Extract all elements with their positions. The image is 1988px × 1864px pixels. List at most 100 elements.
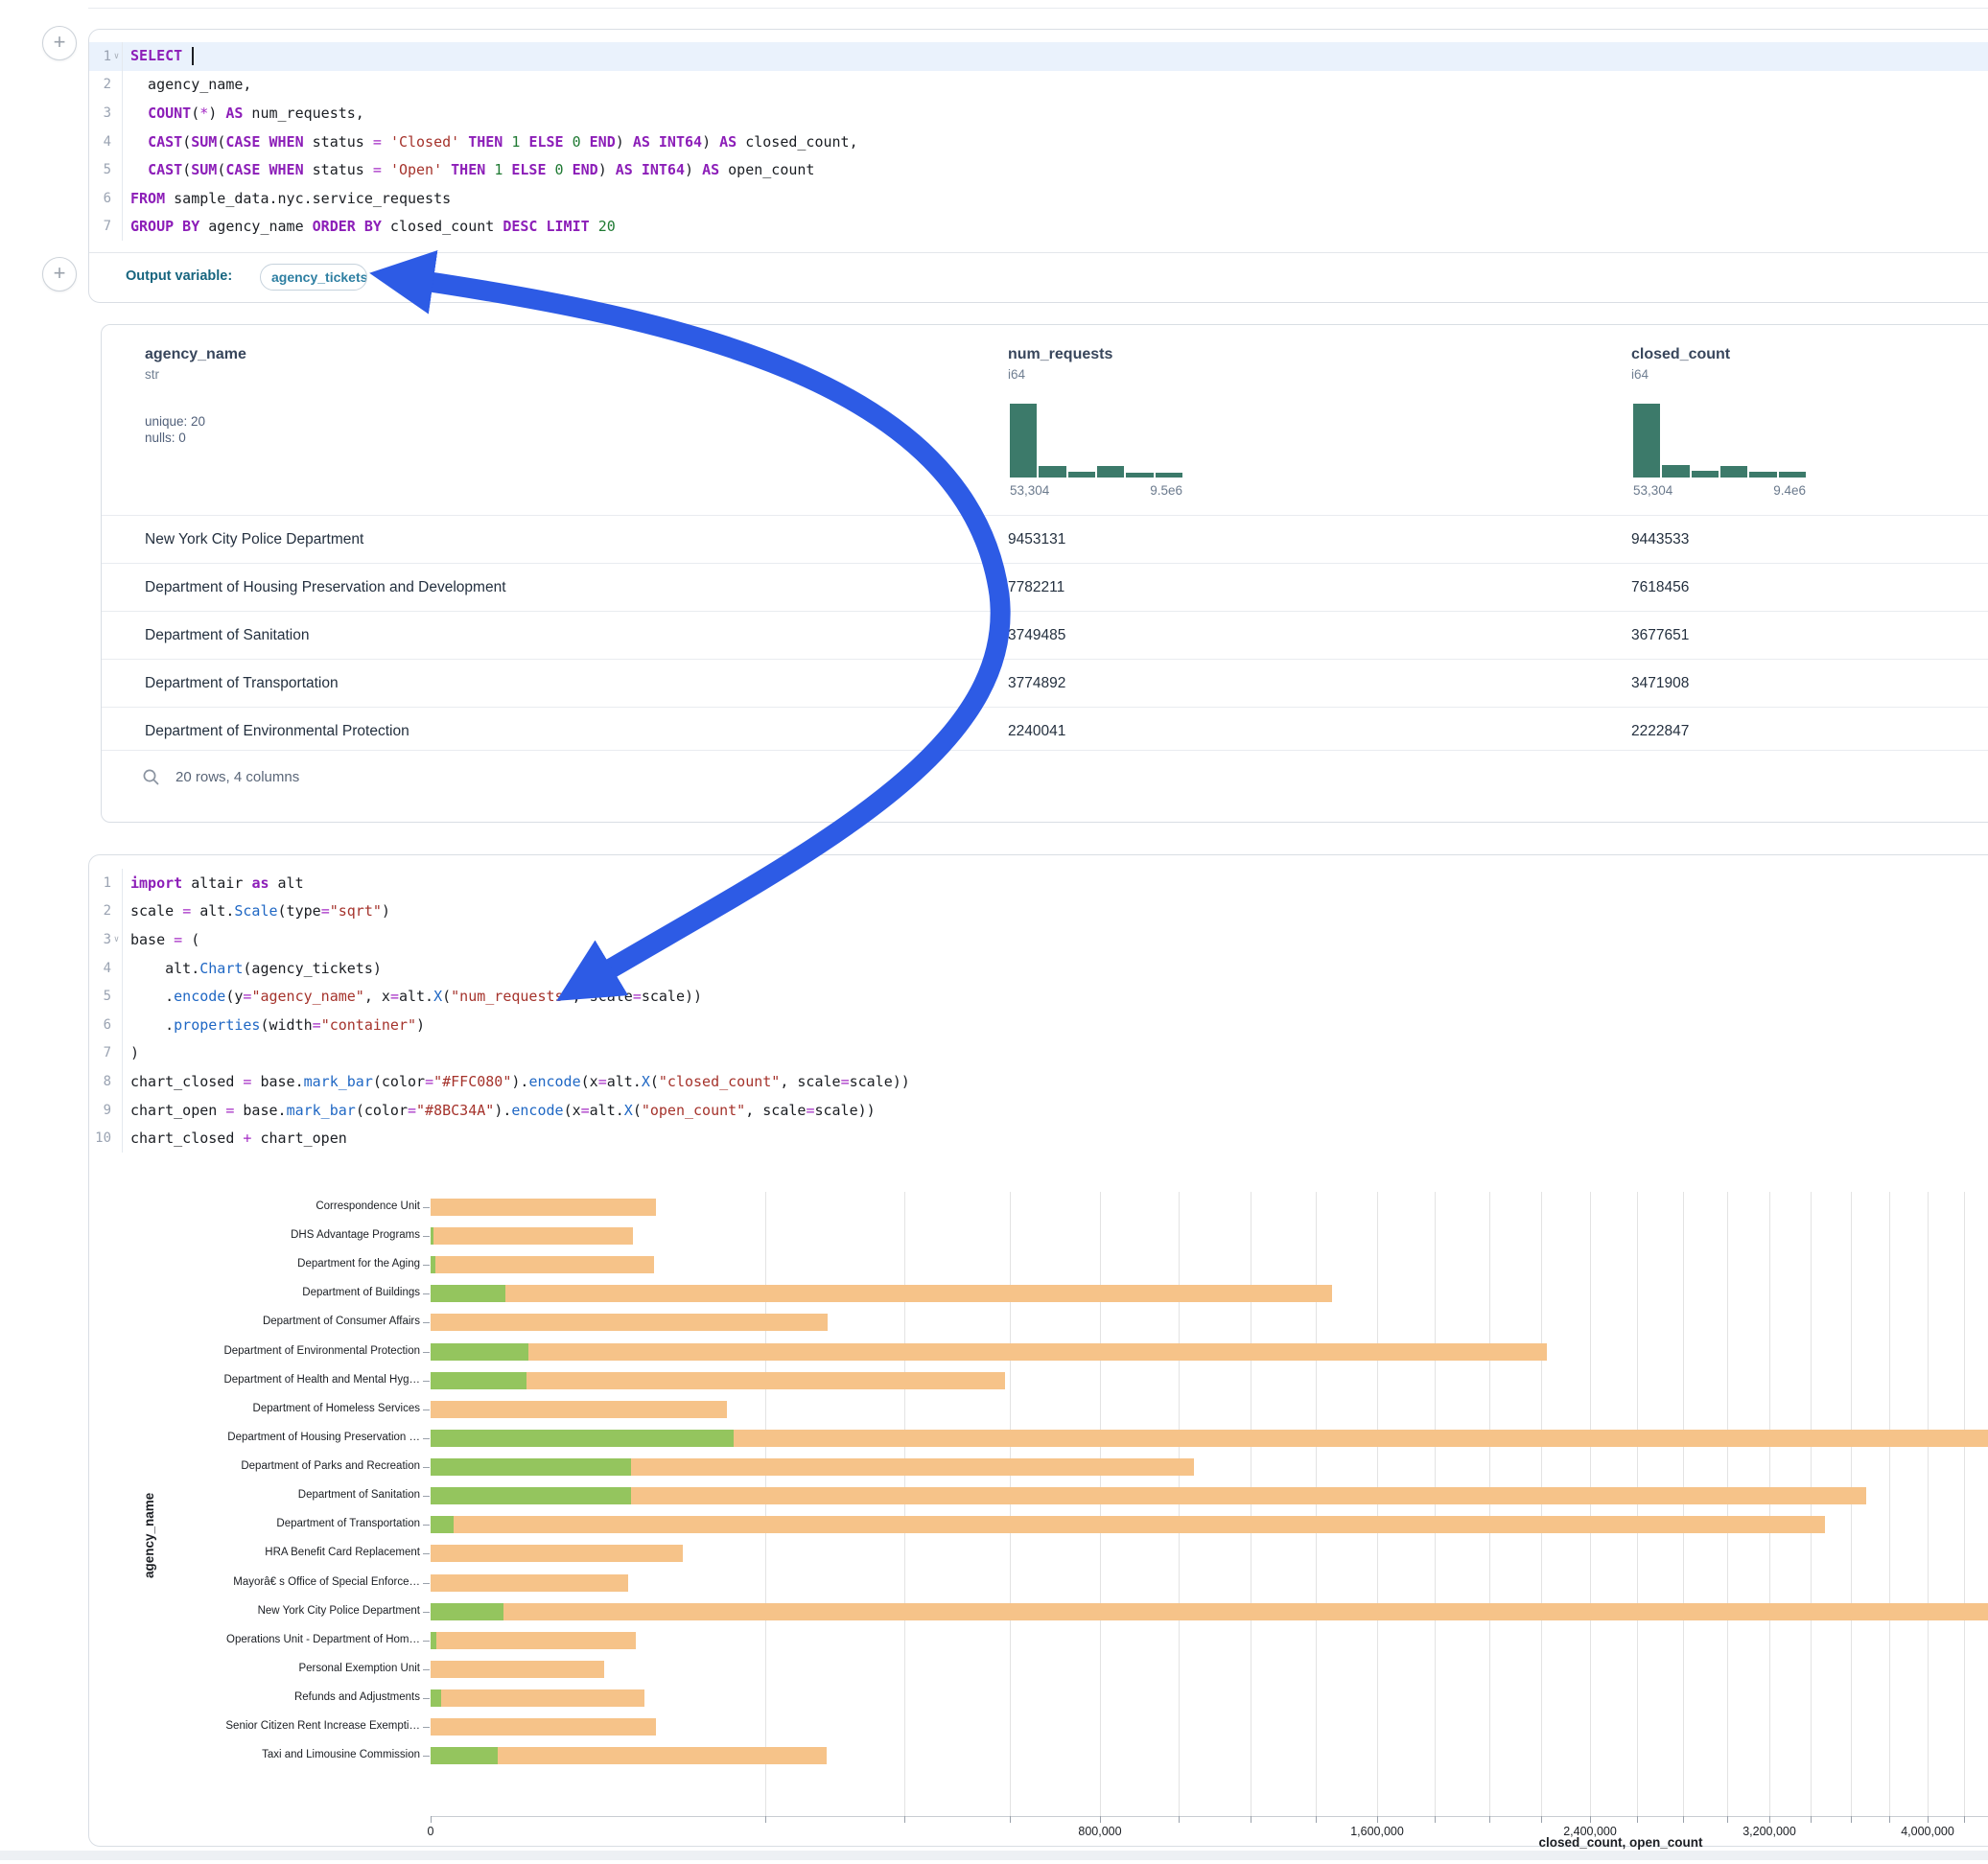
- token: =: [408, 1102, 416, 1119]
- token: AS: [633, 133, 650, 151]
- add-cell-button[interactable]: +: [42, 26, 77, 60]
- token: open_count: [719, 161, 814, 178]
- code-line[interactable]: 2 agency_name,: [89, 71, 1988, 100]
- y-axis-label: HRA Benefit Card Replacement: [115, 1547, 420, 1558]
- bar-closed_count: [431, 1314, 828, 1331]
- add-cell-button[interactable]: +: [42, 257, 77, 291]
- collapse-chevron-icon[interactable]: ∨: [111, 52, 122, 61]
- code-line[interactable]: 1import altair as alt: [89, 869, 1988, 897]
- code-line[interactable]: 8chart_closed = base.mark_bar(color="#FF…: [89, 1067, 1988, 1096]
- code-line[interactable]: 5 .encode(y="agency_name", x=alt.X("num_…: [89, 982, 1988, 1011]
- token: chart_closed: [130, 1073, 243, 1090]
- bar-open_count: [431, 1603, 503, 1620]
- histogram-range-labels: 53,3049.4e6: [1633, 483, 1806, 498]
- line-number: 2: [104, 903, 111, 919]
- histogram-bar: [1156, 473, 1182, 478]
- x-axis-tick: [1316, 1816, 1317, 1823]
- table-cell: 7782211: [1008, 564, 1064, 611]
- bar-open_count: [431, 1458, 631, 1476]
- search-icon[interactable]: [142, 768, 160, 786]
- table-row[interactable]: New York City Police Department945313194…: [102, 515, 1988, 563]
- table-row[interactable]: Department of Sanitation37494853677651: [102, 611, 1988, 659]
- output-variable-chip[interactable]: agency_tickets: [260, 264, 367, 291]
- x-axis-tick: [765, 1816, 766, 1823]
- token: [382, 161, 390, 178]
- token: =: [598, 1073, 607, 1090]
- column-histogram: [1633, 404, 1806, 478]
- token: [547, 161, 555, 178]
- column-header[interactable]: closed_counti64: [1631, 346, 1730, 382]
- token: .: [130, 1016, 174, 1034]
- bar-open_count: [431, 1689, 441, 1707]
- x-axis-tick: [1100, 1816, 1101, 1823]
- code-text: .properties(width="container"): [123, 1016, 425, 1034]
- code-line[interactable]: 7GROUP BY agency_name ORDER BY closed_co…: [89, 213, 1988, 242]
- y-axis-tick: [423, 1467, 430, 1468]
- sql-code-editor[interactable]: 1∨SELECT 2 agency_name,3 COUNT(*) AS num…: [89, 30, 1988, 252]
- y-axis-tick: [423, 1612, 430, 1613]
- table-row[interactable]: Department of Environmental Protection22…: [102, 707, 1988, 755]
- code-line[interactable]: 6 .properties(width="container"): [89, 1011, 1988, 1039]
- column-stat: unique: 20: [145, 414, 246, 429]
- token: (y: [225, 988, 243, 1005]
- code-line[interactable]: 6FROM sample_data.nyc.service_requests: [89, 184, 1988, 213]
- y-axis-label: Mayorâ€ s Office of Special Enforce…: [115, 1576, 420, 1588]
- token: [537, 218, 546, 235]
- code-line[interactable]: 4 alt.Chart(agency_tickets): [89, 954, 1988, 983]
- bar-closed_count: [431, 1574, 628, 1592]
- column-header[interactable]: num_requestsi64: [1008, 346, 1112, 382]
- histogram-range-labels: 53,3049.5e6: [1010, 483, 1182, 498]
- y-axis-tick: [423, 1438, 430, 1439]
- column-header[interactable]: agency_namestrunique: 20nulls: 0: [145, 346, 246, 445]
- token: [650, 133, 659, 151]
- x-axis-tick: [1435, 1816, 1436, 1823]
- python-code-editor[interactable]: 1import altair as alt2scale = alt.Scale(…: [89, 855, 1988, 1153]
- token: =: [425, 1073, 433, 1090]
- code-text: base = (: [123, 931, 199, 948]
- bar-closed_count: [431, 1661, 604, 1678]
- page-background-strip: [0, 1851, 1988, 1860]
- bar-open_count: [431, 1256, 435, 1273]
- code-line[interactable]: 9chart_open = base.mark_bar(color="#8BC3…: [89, 1096, 1988, 1125]
- code-line[interactable]: 3 COUNT(*) AS num_requests,: [89, 99, 1988, 128]
- column-name: closed_count: [1631, 346, 1730, 363]
- output-variable-row: Output variable: agency_tickets: [89, 252, 1988, 304]
- code-line[interactable]: 10chart_closed + chart_open: [89, 1124, 1988, 1153]
- token: closed_count,: [737, 133, 857, 151]
- collapse-chevron-icon[interactable]: ∨: [111, 935, 122, 944]
- histogram-bar: [1039, 466, 1065, 478]
- x-axis-tick: [1377, 1816, 1378, 1823]
- token: END: [590, 133, 616, 151]
- code-line[interactable]: 3∨base = (: [89, 925, 1988, 954]
- token: ): [208, 105, 225, 122]
- code-line[interactable]: 4 CAST(SUM(CASE WHEN status = 'Closed' T…: [89, 128, 1988, 156]
- code-line[interactable]: 5 CAST(SUM(CASE WHEN status = 'Open' THE…: [89, 155, 1988, 184]
- table-cell: Department of Environmental Protection: [145, 708, 409, 755]
- y-axis-label: New York City Police Department: [115, 1605, 420, 1617]
- bar-closed_count: [431, 1603, 1988, 1620]
- token: (: [182, 161, 191, 178]
- bar-open_count: [431, 1372, 526, 1389]
- y-axis-tick: [423, 1641, 430, 1642]
- bar-closed_count: [431, 1516, 1825, 1533]
- table-row[interactable]: Department of Transportation377489234719…: [102, 659, 1988, 707]
- table-cell: 9443533: [1631, 516, 1689, 563]
- chart-gridline: [1964, 1192, 1965, 1816]
- line-number-gutter: 4: [89, 128, 123, 156]
- bar-closed_count: [431, 1285, 1332, 1302]
- line-number: 6: [104, 1017, 111, 1033]
- code-line[interactable]: 2scale = alt.Scale(type="sqrt"): [89, 897, 1988, 926]
- table-row[interactable]: Department of Housing Preservation and D…: [102, 563, 1988, 611]
- code-line[interactable]: 7): [89, 1039, 1988, 1068]
- bar-open_count: [431, 1632, 436, 1649]
- token: base.: [251, 1073, 303, 1090]
- token: "container": [321, 1016, 416, 1034]
- token: 1: [494, 161, 503, 178]
- code-line[interactable]: 1∨SELECT: [89, 42, 1988, 71]
- column-histogram: [1010, 404, 1182, 478]
- token: properties: [174, 1016, 260, 1034]
- token: (color: [356, 1102, 408, 1119]
- table-cell: New York City Police Department: [145, 516, 363, 563]
- token: (: [182, 133, 191, 151]
- bar-open_count: [431, 1227, 433, 1245]
